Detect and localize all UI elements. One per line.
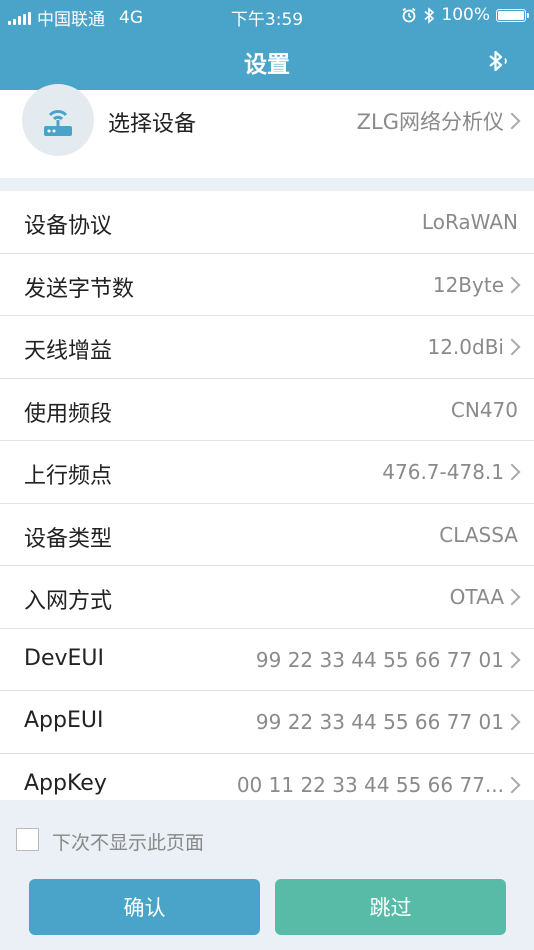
select-device-label: 选择设备	[108, 112, 197, 137]
settings-row-label: 使用频段	[24, 401, 113, 427]
chevron-right-icon	[503, 112, 521, 130]
chevron-right-icon	[503, 588, 521, 606]
settings-row-value: LoRaWAN	[421, 210, 518, 234]
settings-row[interactable]: 发送字节数 12Byte	[0, 254, 534, 316]
settings-row-label: 天线增益	[24, 339, 113, 364]
battery-icon	[496, 8, 529, 22]
settings-row: 设备类型 CLASSA	[0, 504, 534, 566]
settings-row: 设备协议 LoRaWAN	[0, 191, 534, 254]
bluetooth-icon[interactable]	[484, 47, 512, 75]
chevron-right-icon	[503, 651, 521, 668]
chevron-right-icon	[503, 713, 521, 731]
selected-device-value: ZLG网络分析仪	[356, 110, 504, 134]
dont-show-checkbox[interactable]	[16, 828, 39, 851]
settings-row-label: AppKey	[24, 770, 107, 796]
settings-row-label: DevEUI	[24, 645, 104, 671]
settings-row-value: 99 22 33 44 55 66 77 01	[255, 710, 504, 734]
chevron-right-icon	[503, 463, 521, 481]
battery-percent: 100%	[441, 5, 490, 25]
settings-row[interactable]: 上行频点 476.7-478.1	[0, 441, 534, 504]
settings-row-value: OTAA	[449, 585, 504, 609]
confirm-button[interactable]: 确认	[29, 879, 260, 935]
settings-row: 使用频段 CN470	[0, 379, 534, 441]
settings-row-value: 476.7-478.1	[382, 460, 504, 484]
settings-row[interactable]: 天线增益 12.0dBi	[0, 316, 534, 379]
footer: 下次不显示此页面 确认 跳过	[0, 800, 534, 950]
settings-row-label: 上行频点	[24, 464, 113, 489]
settings-row-label: AppEUI	[24, 708, 104, 733]
chevron-right-icon	[503, 776, 521, 793]
settings-row-value: 12Byte	[432, 272, 504, 297]
settings-row-value: 12.0dBi	[427, 335, 504, 359]
dont-show-label[interactable]: 下次不显示此页面	[52, 828, 204, 855]
settings-row-label: 设备类型	[24, 526, 113, 552]
settings-row-value: 00 11 22 33 44 55 66 77...	[236, 772, 504, 797]
select-device-row[interactable]: 选择设备 ZLG网络分析仪	[0, 84, 534, 178]
alarm-icon	[402, 7, 416, 23]
settings-row-label: 发送字节数	[24, 276, 135, 302]
settings-row[interactable]: 入网方式 OTAA	[0, 566, 534, 629]
settings-row-label: 设备协议	[24, 214, 113, 239]
nav-bar: 设置	[0, 32, 534, 90]
bluetooth-status-icon	[424, 6, 435, 24]
chevron-right-icon	[503, 338, 521, 356]
settings-row[interactable]: DevEUI 99 22 33 44 55 66 77 01	[0, 629, 534, 691]
chevron-right-icon	[503, 276, 521, 293]
page-title: 设置	[244, 52, 290, 78]
settings-row-value: 99 22 33 44 55 66 77 01	[255, 647, 504, 672]
settings-row-value: CLASSA	[439, 522, 518, 547]
status-bar: 中国联通 4G 下午3:59 100%	[0, 0, 534, 32]
router-icon	[44, 110, 72, 136]
settings-list: 设备协议 LoRaWAN 发送字节数 12Byte 天线增益 12.0dBi 使用频段 CN4…	[0, 191, 534, 816]
settings-row[interactable]: AppEUI 99 22 33 44 55 66 77 01	[0, 691, 534, 754]
skip-button[interactable]: 跳过	[275, 879, 506, 935]
settings-row-label: 入网方式	[24, 589, 113, 614]
device-avatar	[22, 84, 94, 156]
settings-row-value: CN470	[450, 397, 518, 422]
